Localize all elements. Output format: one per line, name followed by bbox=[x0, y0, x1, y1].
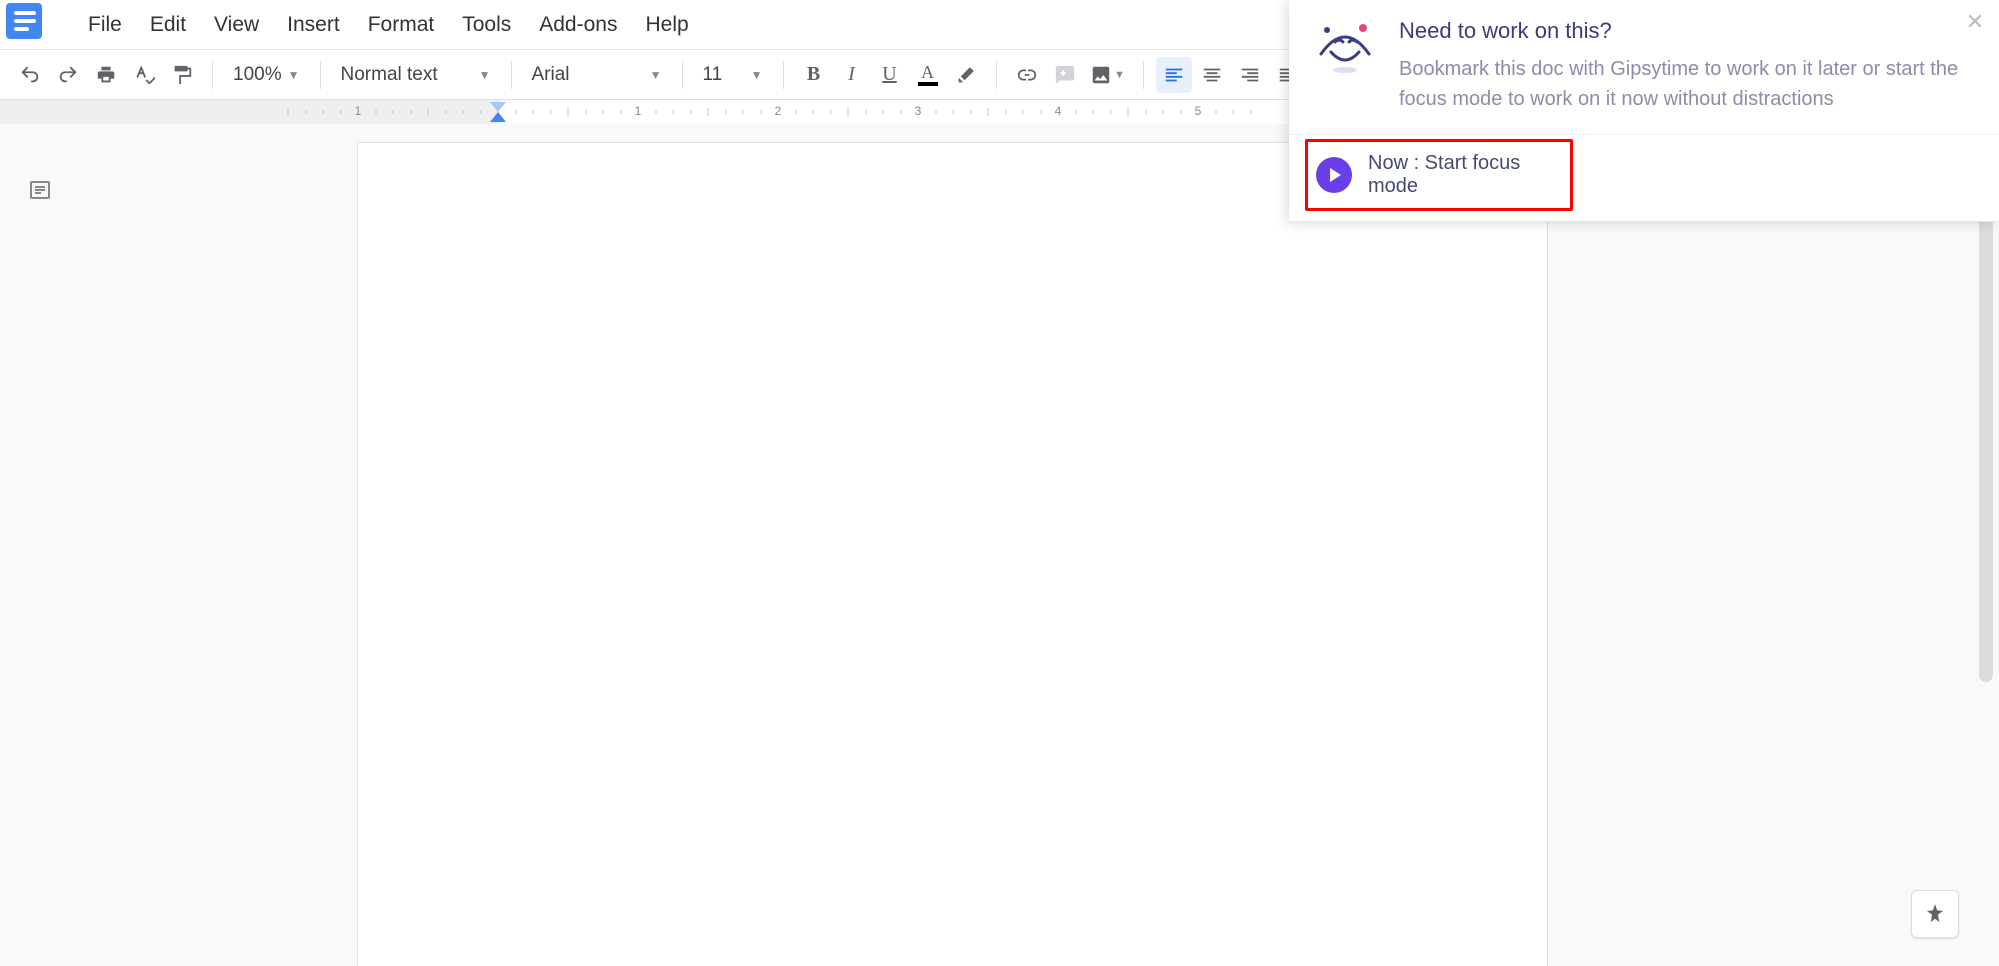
font-family-value: Arial bbox=[532, 64, 570, 86]
menu-edit[interactable]: Edit bbox=[136, 7, 200, 43]
close-panel-button[interactable]: ✕ bbox=[1963, 10, 1987, 34]
insert-image-button[interactable]: ▼ bbox=[1085, 57, 1131, 93]
insert-link-button[interactable] bbox=[1009, 57, 1045, 93]
print-button[interactable] bbox=[88, 57, 124, 93]
font-family-select[interactable]: Arial ▼ bbox=[524, 57, 670, 93]
explore-button[interactable] bbox=[1911, 890, 1959, 938]
docs-logo[interactable] bbox=[6, 3, 50, 47]
font-size-select[interactable]: 11 ▼ bbox=[695, 57, 771, 93]
panel-title: Need to work on this? bbox=[1399, 18, 1975, 44]
toolbar-separator bbox=[996, 61, 997, 89]
add-comment-button[interactable] bbox=[1047, 57, 1083, 93]
text-color-button[interactable]: A bbox=[910, 57, 946, 93]
chevron-down-icon: ▼ bbox=[650, 68, 662, 82]
gipsytime-panel: ✕ Need to work on this? Bookmark this do… bbox=[1289, 0, 1999, 222]
chevron-down-icon: ▼ bbox=[288, 68, 300, 82]
chevron-down-icon: ▼ bbox=[751, 68, 763, 82]
underline-button[interactable]: U bbox=[872, 57, 908, 93]
document-page[interactable] bbox=[357, 142, 1548, 966]
toolbar-separator bbox=[511, 61, 512, 89]
menu-insert[interactable]: Insert bbox=[273, 7, 354, 43]
undo-button[interactable] bbox=[12, 57, 48, 93]
zoom-value: 100% bbox=[233, 64, 282, 86]
menu-format[interactable]: Format bbox=[354, 7, 449, 43]
toolbar-separator bbox=[320, 61, 321, 89]
align-left-button[interactable] bbox=[1156, 57, 1192, 93]
chevron-down-icon: ▼ bbox=[479, 68, 491, 82]
align-center-button[interactable] bbox=[1194, 57, 1230, 93]
panel-divider bbox=[1289, 134, 1999, 135]
menu-help[interactable]: Help bbox=[631, 7, 702, 43]
paint-format-button[interactable] bbox=[164, 57, 200, 93]
toolbar-separator bbox=[1143, 61, 1144, 89]
spellcheck-button[interactable] bbox=[126, 57, 162, 93]
play-icon bbox=[1316, 157, 1352, 193]
paragraph-style-select[interactable]: Normal text ▼ bbox=[333, 57, 499, 93]
bold-button[interactable]: B bbox=[796, 57, 832, 93]
close-icon: ✕ bbox=[1966, 9, 1984, 35]
menu-file[interactable]: File bbox=[74, 7, 136, 43]
start-focus-mode-button[interactable]: Now : Start focus mode bbox=[1305, 139, 1573, 211]
toolbar-separator bbox=[682, 61, 683, 89]
chevron-down-icon: ▼ bbox=[1114, 69, 1125, 81]
font-size-value: 11 bbox=[703, 64, 723, 86]
panel-subtitle: Bookmark this doc with Gipsytime to work… bbox=[1399, 54, 1975, 114]
vertical-scrollbar[interactable] bbox=[1979, 212, 1993, 682]
menu-addons[interactable]: Add-ons bbox=[525, 7, 631, 43]
editor-workspace bbox=[0, 124, 1999, 966]
zoom-select[interactable]: 100% ▼ bbox=[225, 57, 308, 93]
menu-view[interactable]: View bbox=[200, 7, 273, 43]
first-line-indent-marker[interactable] bbox=[490, 102, 506, 112]
left-indent-marker[interactable] bbox=[490, 112, 506, 122]
panel-divider bbox=[1289, 221, 1999, 222]
paragraph-style-value: Normal text bbox=[341, 64, 438, 86]
document-outline-button[interactable] bbox=[22, 172, 58, 208]
align-right-button[interactable] bbox=[1232, 57, 1268, 93]
italic-button[interactable]: I bbox=[834, 57, 870, 93]
gipsytime-logo-icon bbox=[1313, 18, 1377, 82]
toolbar-separator bbox=[783, 61, 784, 89]
toolbar-separator bbox=[212, 61, 213, 89]
redo-button[interactable] bbox=[50, 57, 86, 93]
focus-mode-label: Now : Start focus mode bbox=[1368, 152, 1562, 198]
menu-tools[interactable]: Tools bbox=[448, 7, 525, 43]
highlight-color-button[interactable] bbox=[948, 57, 984, 93]
